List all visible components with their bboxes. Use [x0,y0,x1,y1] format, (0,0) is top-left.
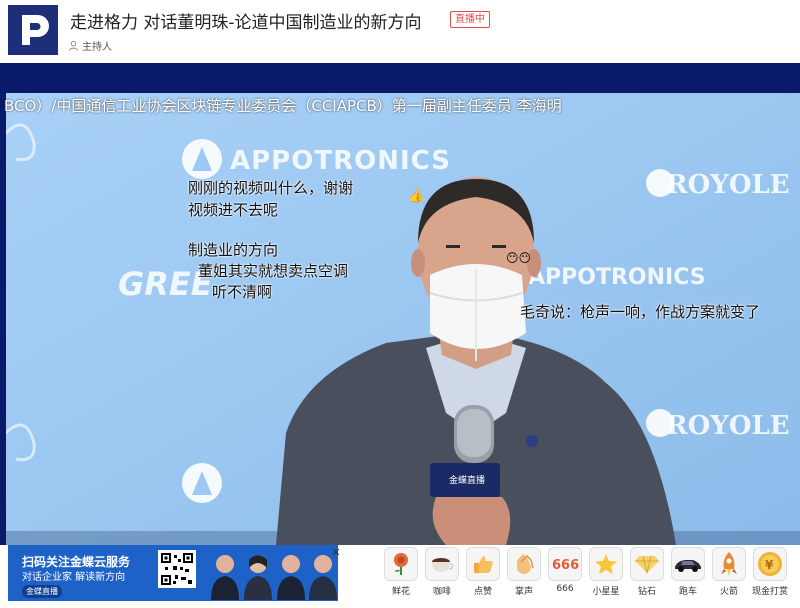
gift-label: 跑车 [678,587,697,597]
danmu-message: 制造业的方向 [188,241,279,259]
gift-label: 钻石 [637,587,656,597]
gift-item[interactable]: 跑车 [670,547,706,597]
app-logo[interactable] [8,5,58,55]
danmu-message: 刚刚的视频叫什么，谢谢 [188,179,354,197]
gift-item[interactable]: 点赞 [465,547,501,597]
gift-label: 咖啡 [432,587,451,597]
live-status-badge: 直播中 [450,11,490,28]
thumbs-up-icon [466,547,500,581]
gift-label: 666 [556,584,574,594]
danmu-message: 视频进不去呢 [188,201,279,219]
flower-icon [384,547,418,581]
coin-icon: ¥ [753,547,787,581]
host-label: 主持人 [82,42,112,53]
car-icon [671,547,705,581]
rocket-icon [712,547,746,581]
gift-item[interactable]: 鲜花 [383,547,419,597]
speaker-caption: BCO）/中国通信工业协会区块链专业委员会（CCIAPCB）第一届副主任委员 李… [4,97,562,115]
gift-item[interactable]: 掌声 [506,547,542,597]
danmu-message: 毛奇说：枪声一响，作战方案就变了 [520,303,761,321]
host-info[interactable]: 主持人 [68,38,112,53]
danmu-message: 董姐其实就想卖点空调 [198,262,349,280]
page-title: 走进格力 对话董明珠-论道中国制造业的新方向 [70,13,422,33]
microphone-label: 金蝶直播 [448,476,485,486]
user-icon [68,40,79,51]
thumbs-up-emoji-icon: 👍 [408,189,425,204]
svg-text:¥: ¥ [765,558,774,572]
smile-emoji-icon: 😶😶 [506,251,532,265]
gift-label: 点赞 [473,587,492,597]
p-logo-icon [8,5,58,55]
gift-label: 火箭 [719,587,738,597]
gift-bar: 鲜花 咖啡 点赞 掌声 666 666 小星星 钻石 跑车 火箭 ¥ 现金打赏 [383,547,788,597]
ad-banner[interactable]: 扫码关注金蝶云服务 对话企业家 解读新方向 金蝶直播 ✕ [8,545,341,601]
gift-item[interactable]: 咖啡 [424,547,460,597]
ad-subline: 对话企业家 解读新方向 [22,572,126,583]
gift-item[interactable]: 666 666 [547,547,583,597]
qr-code-icon [158,550,196,588]
star-icon [589,547,623,581]
coffee-icon [425,547,459,581]
ad-brand-tag: 金蝶直播 [22,585,62,598]
live-stream-page: 走进格力 对话董明珠-论道中国制造业的新方向 直播中 主持人 APPOTRONI… [0,0,800,608]
svg-text:666: 666 [552,558,579,573]
gift-label: 现金打赏 [752,587,789,597]
gift-item[interactable]: 小星星 [588,547,624,597]
diamond-icon [630,547,664,581]
danmu-message: 听不清啊 [212,283,273,301]
ad-people-photo [211,555,337,600]
gift-item[interactable]: 钻石 [629,547,665,597]
666-icon: 666 [548,547,582,581]
gift-item[interactable]: ¥ 现金打赏 [752,547,788,597]
video-player[interactable]: APPOTRONICS ROYOLE APPOTRONICS ROYOLE GR… [0,63,800,545]
bottom-bar: 扫码关注金蝶云服务 对话企业家 解读新方向 金蝶直播 ✕ 鲜花 咖啡 点赞 掌声… [0,545,800,608]
gift-label: 鲜花 [391,587,410,597]
gift-label: 小星星 [592,587,620,597]
close-icon[interactable]: ✕ [330,547,342,559]
header: 走进格力 对话董明珠-论道中国制造业的新方向 直播中 主持人 [0,0,800,62]
gift-item[interactable]: 火箭 [711,547,747,597]
video-top-border [0,63,800,93]
clap-icon [507,547,541,581]
gift-label: 掌声 [514,587,533,597]
